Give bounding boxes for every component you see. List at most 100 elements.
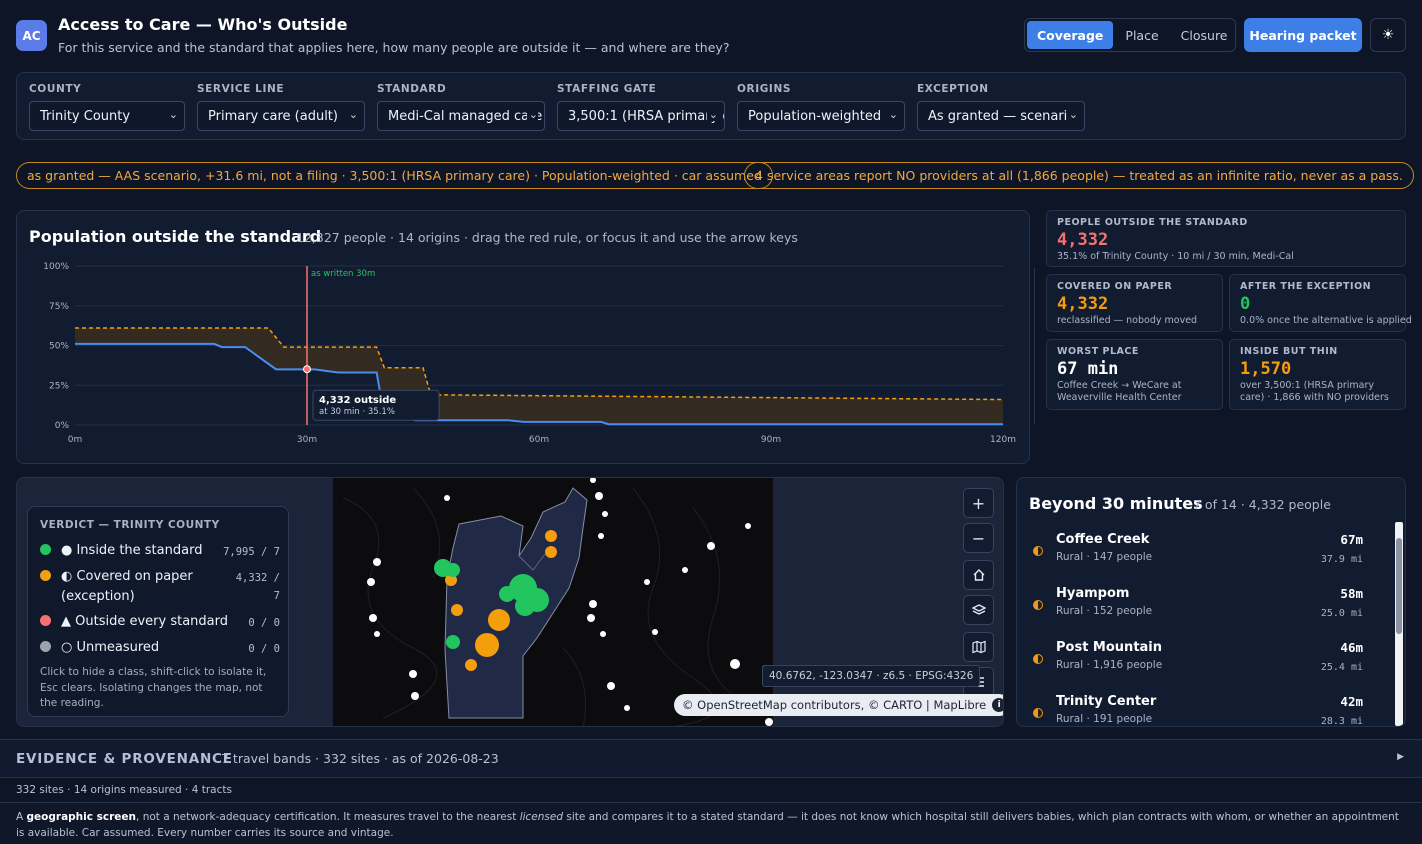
- hearing-packet-button[interactable]: Hearing packet: [1244, 18, 1362, 52]
- place-meta: Rural · 1,916 people: [1056, 659, 1163, 671]
- footer-disclaimer: A geographic screen, not a network-adequ…: [16, 811, 1399, 839]
- mode-closure-button[interactable]: Closure: [1171, 21, 1238, 49]
- rule-label: as written 30m: [311, 269, 375, 279]
- stat-covered-on-paper: COVERED ON PAPER 4,332 reclassified — no…: [1046, 274, 1223, 332]
- stat-worst-place: WORST PLACE 67 min Coffee Creek → WeCare…: [1046, 339, 1223, 410]
- evidence-counts: 332 sites · 14 origins measured · 4 trac…: [16, 784, 232, 796]
- origins-select[interactable]: Population-weighted ⌄: [737, 101, 905, 131]
- filter-exception: EXCEPTION As granted — scenario ⌄: [917, 83, 1085, 131]
- verdict-label: ● Inside the standard: [61, 543, 203, 558]
- stat-label: INSIDE BUT THIN: [1240, 346, 1338, 357]
- service-line-select[interactable]: Primary care (adult) ⌄: [197, 101, 365, 131]
- coverage-map[interactable]: [333, 478, 773, 727]
- footer: A geographic screen, not a network-adequ…: [0, 802, 1422, 844]
- verdict-row-unmeasured[interactable]: ○ Unmeasured 0 / 0: [40, 638, 280, 660]
- verdict-row-covered[interactable]: ◐ Covered on paper (exception) 4,332 / 7: [40, 567, 280, 609]
- stat-after-exception: AFTER THE EXCEPTION 0 0.0% once the alte…: [1229, 274, 1412, 332]
- county-select[interactable]: Trinity County ⌄: [29, 101, 185, 131]
- zoom-in-icon[interactable]: +: [963, 488, 994, 518]
- place-name: Hyampom: [1056, 586, 1130, 601]
- place-minutes: 58m: [1340, 586, 1363, 601]
- stat-value: 67 min: [1057, 359, 1119, 379]
- place-miles: 25.0 mi: [1320, 608, 1363, 619]
- evidence-section[interactable]: EVIDENCE & PROVENANCE 7 travel bands · 3…: [0, 739, 1422, 778]
- standard-select[interactable]: Medi-Cal managed care ⌄: [377, 101, 545, 131]
- place-minutes: 46m: [1340, 640, 1363, 655]
- tooltip-title: 4,332 outside: [319, 395, 396, 406]
- covered-half-icon: [1033, 708, 1043, 718]
- verdict-label: ◐ Covered on paper (exception): [61, 569, 193, 604]
- beyond-title: Beyond 30 minutes: [1029, 494, 1203, 513]
- verdict-count: 0 / 0: [248, 643, 280, 655]
- zoom-out-icon[interactable]: −: [963, 523, 994, 553]
- list-scrollbar[interactable]: [1395, 522, 1403, 726]
- app-title: Access to Care — Who's Outside: [58, 15, 348, 34]
- covered-dot-icon: [40, 570, 51, 581]
- staffing-gate-select[interactable]: 3,500:1 (HRSA primary care)⌄: [557, 101, 725, 131]
- place-name: Post Mountain: [1056, 640, 1163, 655]
- stat-value: 1,570: [1240, 359, 1292, 379]
- stat-people-outside: PEOPLE OUTSIDE THE STANDARD 4,332 35.1% …: [1046, 210, 1406, 267]
- outside-population-chart[interactable]: 100% 75% 50% 25% 0% 0m 30m 60m 90m 120m as written…: [17, 251, 1029, 461]
- chevron-down-icon: ⌄: [706, 108, 718, 121]
- stat-value: 0: [1240, 294, 1251, 314]
- theme-toggle-icon[interactable]: ☀: [1370, 18, 1406, 52]
- list-item[interactable]: Trinity Center Rural · 191 people 42m 28…: [1033, 694, 1363, 726]
- x-tick-label: 30m: [297, 435, 317, 445]
- place-meta: Rural · 147 people: [1056, 551, 1153, 563]
- tooltip-detail: at 30 min · 35.1%: [319, 407, 395, 417]
- verdict-legend: VERDICT — TRINITY COUNTY ● Inside the st…: [27, 506, 289, 717]
- x-tick-label: 120m: [990, 435, 1016, 445]
- unmeasured-dot-icon: [40, 641, 51, 652]
- stat-value: 4,332: [1057, 230, 1109, 250]
- select-value: Population-weighted: [748, 108, 882, 124]
- list-item[interactable]: Post Mountain Rural · 1,916 people 46m 2…: [1033, 640, 1363, 690]
- place-miles: 37.9 mi: [1320, 554, 1363, 565]
- scrollbar-thumb[interactable]: [1396, 538, 1402, 634]
- verdict-help: Click to hide a class, shift-click to is…: [40, 666, 267, 709]
- scenario-notice: as granted — AAS scenario, +31.6 mi, not…: [16, 162, 773, 189]
- place-name: Coffee Creek: [1056, 532, 1150, 547]
- exception-select[interactable]: As granted — scenario ⌄: [917, 101, 1085, 131]
- list-item[interactable]: Coffee Creek Rural · 147 people 67m 37.9…: [1033, 532, 1363, 582]
- covered-half-icon: [1033, 546, 1043, 556]
- attribution-text: © OpenStreetMap contributors, © CARTO | …: [682, 698, 987, 712]
- list-item[interactable]: Hyampom Rural · 152 people 58m 25.0 mi: [1033, 586, 1363, 636]
- place-meta: Rural · 191 people: [1056, 713, 1153, 725]
- no-providers-notice: 4 service areas report NO providers at a…: [744, 162, 1414, 189]
- chart-subtitle: 12,327 people · 14 origins · drag the re…: [296, 230, 798, 245]
- place-meta: Rural · 152 people: [1056, 605, 1153, 617]
- y-tick-label: 25%: [49, 381, 69, 391]
- chevron-down-icon: ⌄: [886, 108, 898, 121]
- map-icon[interactable]: [963, 632, 994, 662]
- expand-caret-icon[interactable]: ▶: [1397, 752, 1404, 762]
- covered-half-icon: [1033, 654, 1043, 664]
- verdict-count: 4,332 / 7: [235, 572, 280, 602]
- map-attribution[interactable]: © OpenStreetMap contributors, © CARTO | …: [674, 694, 1003, 716]
- mode-coverage-button[interactable]: Coverage: [1027, 21, 1114, 49]
- mode-place-button[interactable]: Place: [1115, 21, 1168, 49]
- evidence-subtitle: 7 travel bands · 332 sites · as of 2026-…: [221, 751, 499, 766]
- verdict-title: VERDICT — TRINITY COUNTY: [40, 519, 220, 531]
- select-value: Medi-Cal managed care: [388, 108, 543, 124]
- stat-label: WORST PLACE: [1057, 346, 1139, 357]
- place-miles: 25.4 mi: [1320, 662, 1363, 673]
- y-tick-label: 100%: [43, 262, 69, 272]
- home-icon[interactable]: [963, 560, 994, 590]
- stat-inside-but-thin: INSIDE BUT THIN 1,570 over 3,500:1 (HRSA…: [1229, 339, 1406, 410]
- layers-icon[interactable]: [963, 595, 994, 625]
- verdict-row-outside[interactable]: ▲ Outside every standard 0 / 0: [40, 612, 280, 634]
- exception-band-area: [75, 328, 1003, 425]
- info-icon[interactable]: i: [992, 698, 1003, 712]
- select-value: 3,500:1 (HRSA primary care): [568, 108, 724, 124]
- filter-label: STAFFING GATE: [557, 83, 657, 95]
- stat-note: 35.1% of Trinity County · 10 mi / 30 min…: [1057, 251, 1294, 262]
- filter-staffing-gate: STAFFING GATE 3,500:1 (HRSA primary care…: [557, 83, 725, 131]
- verdict-row-inside[interactable]: ● Inside the standard 7,995 / 7: [40, 541, 280, 563]
- stat-note: reclassified — nobody moved: [1057, 315, 1198, 326]
- filter-label: SERVICE LINE: [197, 83, 285, 95]
- mode-switcher: Coverage Place Closure: [1024, 18, 1236, 52]
- y-tick-label: 50%: [49, 342, 69, 352]
- rule-marker: [303, 365, 311, 374]
- x-tick-label: 90m: [761, 435, 781, 445]
